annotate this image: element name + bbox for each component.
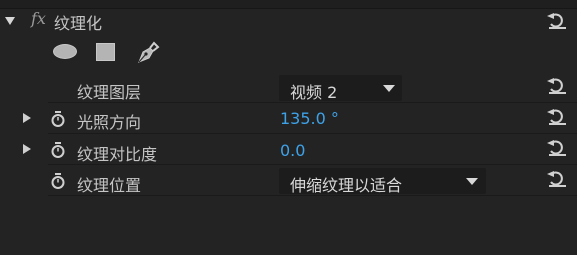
rectangle-icon[interactable] xyxy=(96,43,115,61)
stopwatch-icon[interactable] xyxy=(50,111,66,127)
reset-icon[interactable] xyxy=(546,139,568,157)
effect-title: 纹理化 xyxy=(54,14,103,33)
effect-header[interactable]: fx 纹理化 xyxy=(0,6,577,36)
ellipse-icon[interactable] xyxy=(53,44,77,59)
light-direction-row: 光照方向 135.0 ° xyxy=(0,104,577,134)
reset-icon[interactable] xyxy=(546,77,568,95)
reset-icon[interactable] xyxy=(546,108,568,126)
texture-contrast-row: 纹理对比度 0.0 xyxy=(0,135,577,165)
stopwatch-icon[interactable] xyxy=(50,142,66,158)
texture-placement-row: 纹理位置 伸缩纹理以适合 xyxy=(0,166,577,196)
light-direction-label: 光照方向 xyxy=(77,113,142,132)
chevron-down-icon xyxy=(383,85,395,92)
reset-icon[interactable] xyxy=(546,170,568,188)
collapse-triangle-icon[interactable] xyxy=(5,17,15,25)
texture-placement-dropdown[interactable]: 伸缩纹理以适合 xyxy=(279,168,486,195)
chevron-down-icon xyxy=(466,178,478,185)
row-divider xyxy=(48,133,577,134)
reset-icon[interactable] xyxy=(546,12,568,30)
texture-contrast-label: 纹理对比度 xyxy=(77,145,158,164)
row-divider xyxy=(48,164,577,165)
row-divider xyxy=(48,195,577,196)
expand-triangle-icon[interactable] xyxy=(23,144,31,154)
texture-layer-row: 纹理图层 视频 2 xyxy=(0,73,577,103)
fx-badge[interactable]: fx xyxy=(31,9,46,28)
texture-placement-label: 纹理位置 xyxy=(77,176,142,195)
texture-layer-value: 视频 2 xyxy=(290,83,338,102)
texture-contrast-value[interactable]: 0.0 xyxy=(280,141,305,160)
stopwatch-icon[interactable] xyxy=(50,173,66,189)
row-divider xyxy=(48,102,577,103)
texture-layer-label: 纹理图层 xyxy=(77,83,142,102)
light-direction-value[interactable]: 135.0 ° xyxy=(280,109,339,128)
texture-placement-value: 伸缩纹理以适合 xyxy=(290,176,403,195)
texture-layer-dropdown[interactable]: 视频 2 xyxy=(279,75,402,102)
expand-triangle-icon[interactable] xyxy=(23,113,31,123)
pen-icon[interactable] xyxy=(135,39,161,65)
